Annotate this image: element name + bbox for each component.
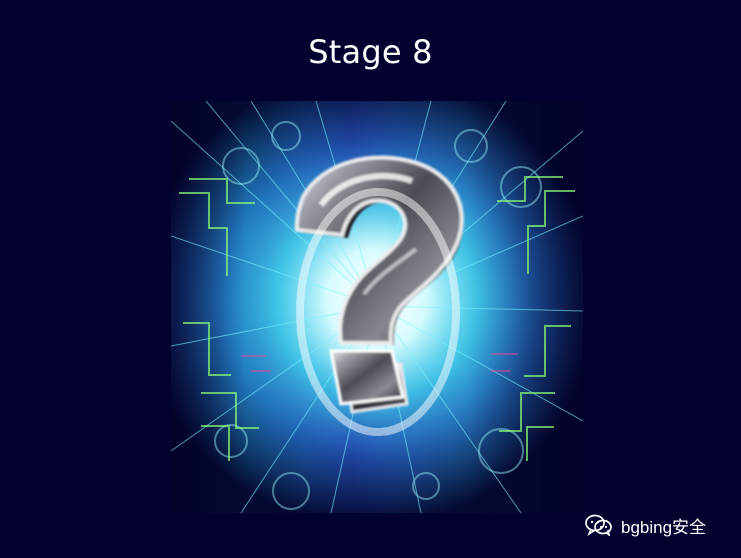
question-mark-icon: [171, 101, 583, 513]
watermark-text: bgbing安全: [621, 517, 707, 537]
stage-title: Stage 8: [308, 33, 433, 71]
wechat-icon: [585, 514, 613, 538]
watermark: bgbing安全: [585, 512, 735, 538]
stage-screen: Stage 8 bgbing安全: [0, 0, 741, 558]
mystery-illustration: [171, 101, 583, 513]
